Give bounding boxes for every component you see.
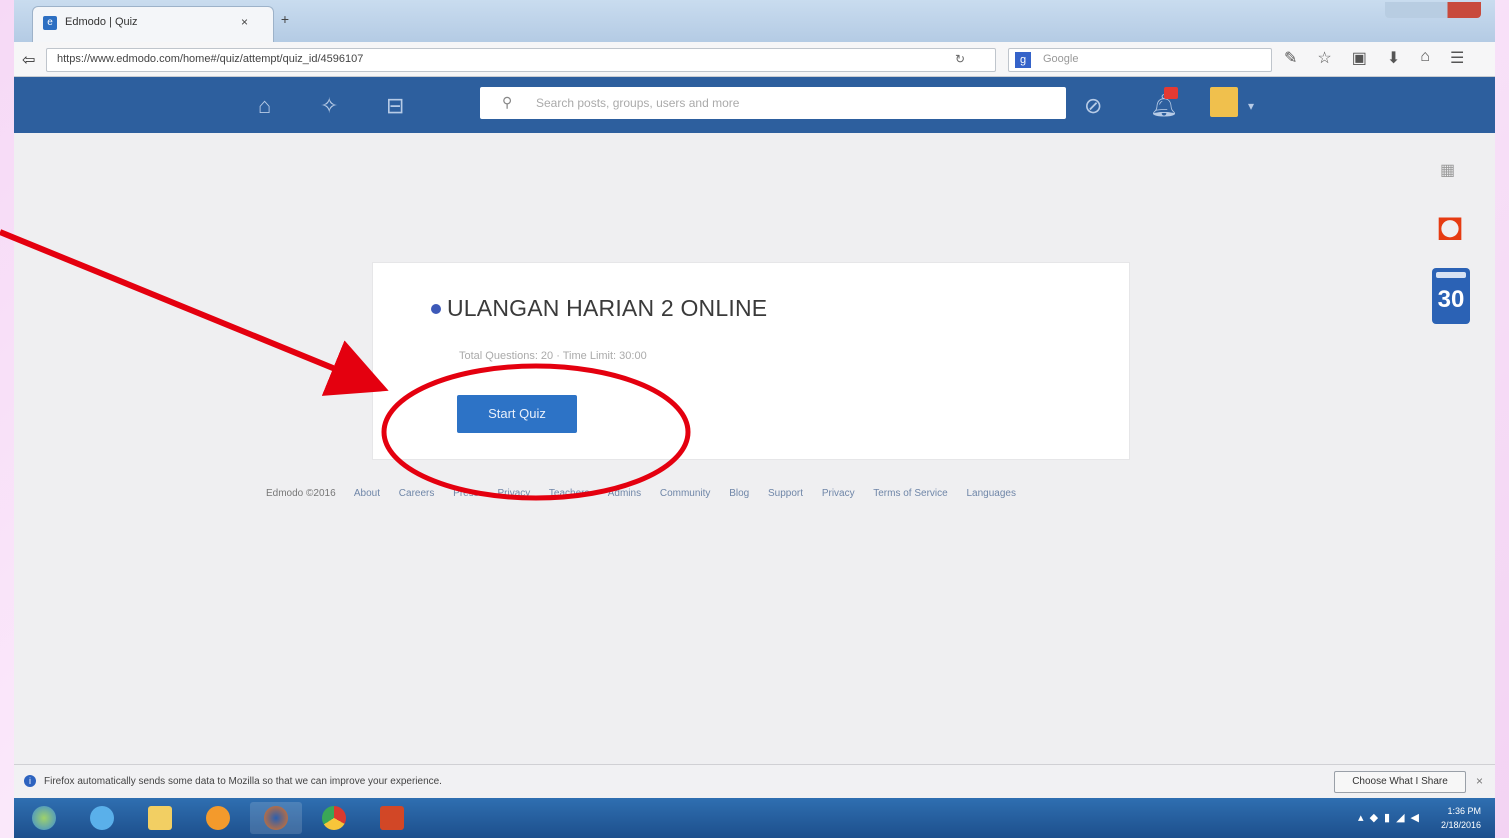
tab-close-icon[interactable]: × [241, 15, 248, 29]
footer-link[interactable]: Careers [399, 488, 435, 499]
start-quiz-button[interactable]: Start Quiz [457, 395, 577, 433]
choose-what-i-share-button[interactable]: Choose What I Share [1334, 771, 1466, 793]
avatar-chevron-down-icon[interactable]: ▾ [1248, 99, 1254, 113]
taskbar-chrome[interactable] [308, 802, 360, 834]
edmodo-search-placeholder: Search posts, groups, users and more [536, 96, 740, 110]
notice-close-icon[interactable]: × [1476, 774, 1483, 788]
taskbar-clock[interactable]: 1:36 PM 2/18/2016 [1441, 804, 1481, 832]
info-icon: i [24, 775, 36, 787]
taskbar-firefox[interactable] [250, 802, 302, 834]
tab-title: Edmodo | Quiz [65, 16, 138, 28]
edmodo-favicon-icon: e [43, 16, 57, 30]
download-icon[interactable]: ⬇ [1387, 48, 1400, 68]
notification-badge [1164, 87, 1178, 99]
footer-link[interactable]: Terms of Service [873, 488, 947, 499]
taskbar-powerpoint[interactable] [366, 802, 418, 834]
browser-tab[interactable]: e Edmodo | Quiz × [32, 6, 274, 43]
home-icon[interactable]: ⌂ [1420, 48, 1430, 68]
system-tray-icons[interactable]: ▴◆▮◢◀ [1358, 811, 1425, 824]
user-avatar[interactable] [1210, 87, 1238, 117]
media-player-icon [206, 806, 230, 830]
apps-grid-icon[interactable]: ▦ [1440, 160, 1455, 180]
clock-date: 2/18/2016 [1440, 820, 1481, 830]
footer-link[interactable]: Blog [729, 488, 749, 499]
browser-search-placeholder: Google [1043, 53, 1079, 65]
edmodo-search-input[interactable]: ⚲ Search posts, groups, users and more [480, 87, 1066, 119]
calendar-rings [1436, 272, 1466, 278]
footer-link[interactable]: Teachers [549, 488, 590, 499]
library-icon[interactable]: ▣ [1352, 48, 1367, 68]
office-icon[interactable]: ◘ [1430, 202, 1470, 252]
browser-search-box[interactable]: g Google [1008, 48, 1272, 72]
reload-icon[interactable]: ↻ [955, 52, 965, 66]
taskbar-explorer[interactable] [134, 802, 186, 834]
edmodo-progress-icon[interactable]: ✧ [320, 93, 338, 119]
menu-icon[interactable]: ☰ [1450, 48, 1464, 68]
firefox-icon [264, 806, 288, 830]
url-text: https://www.edmodo.com/home#/quiz/attemp… [57, 53, 364, 65]
windows-start-icon [32, 806, 56, 830]
calendar-day: 30 [1437, 286, 1465, 313]
chrome-icon [322, 806, 346, 830]
edmodo-library-icon[interactable]: ⊟ [386, 93, 404, 119]
quiz-card: ULANGAN HARIAN 2 ONLINE Total Questions:… [372, 262, 1130, 460]
footer-link[interactable]: Community [660, 488, 711, 499]
url-bar[interactable]: https://www.edmodo.com/home#/quiz/attemp… [46, 48, 996, 72]
firefox-data-notice: i Firefox automatically sends some data … [14, 764, 1495, 799]
search-icon: ⚲ [502, 94, 513, 110]
footer-link[interactable]: About [354, 488, 380, 499]
quiz-title-text: ULANGAN HARIAN 2 ONLINE [447, 295, 768, 321]
browser-nav-bar: ⇦ https://www.edmodo.com/home#/quiz/atte… [14, 42, 1495, 77]
side-apps-panel: ▦ ◘ 30 [1422, 140, 1480, 340]
windows-taskbar: ▴◆▮◢◀ 1:36 PM 2/18/2016 [14, 798, 1495, 838]
footer-link[interactable]: Support [768, 488, 803, 499]
file-explorer-icon [148, 806, 172, 830]
browser-toolbar-icons: ✎ ☆ ▣ ⬇ ⌂ ☰ [1284, 48, 1464, 68]
powerpoint-icon [380, 806, 404, 830]
bookmark-star-icon[interactable]: ☆ [1317, 48, 1331, 68]
footer-link[interactable]: Admins [608, 488, 641, 499]
new-tab-button[interactable]: + [276, 10, 294, 28]
back-arrow-icon[interactable]: ⇦ [22, 50, 35, 70]
notice-message: Firefox automatically sends some data to… [44, 776, 442, 787]
footer-link[interactable]: Press [453, 488, 479, 499]
quiz-meta: Total Questions: 20 · Time Limit: 30:00 [459, 350, 647, 362]
calendar-icon[interactable]: 30 [1432, 268, 1470, 324]
edmodo-backpack-icon[interactable]: ⊘ [1084, 93, 1102, 119]
quiz-title: ULANGAN HARIAN 2 ONLINE [431, 295, 767, 322]
footer-link[interactable]: Languages [966, 488, 1016, 499]
screen: e Edmodo | Quiz × + ⇦ https://www.edmodo… [14, 0, 1495, 838]
edmodo-footer: Edmodo ©2016 About Careers Press Privacy… [266, 488, 1032, 499]
browser-tab-strip: e Edmodo | Quiz × + [14, 0, 1495, 43]
window-controls[interactable] [1385, 2, 1481, 18]
google-icon: g [1015, 52, 1031, 68]
footer-link[interactable]: Privacy [498, 488, 531, 499]
quiz-bullet-icon [431, 304, 441, 314]
edmodo-header: ⌂ ✧ ⊟ ⚲ Search posts, groups, users and … [14, 77, 1495, 133]
start-button[interactable] [18, 802, 70, 834]
pen-icon[interactable]: ✎ [1284, 48, 1297, 68]
taskbar-ie[interactable] [76, 802, 128, 834]
clock-time: 1:36 PM [1447, 806, 1481, 816]
internet-explorer-icon [90, 806, 114, 830]
edmodo-home-icon[interactable]: ⌂ [258, 93, 271, 119]
footer-link[interactable]: Privacy [822, 488, 855, 499]
footer-copyright: Edmodo ©2016 [266, 488, 336, 499]
taskbar-media[interactable] [192, 802, 244, 834]
